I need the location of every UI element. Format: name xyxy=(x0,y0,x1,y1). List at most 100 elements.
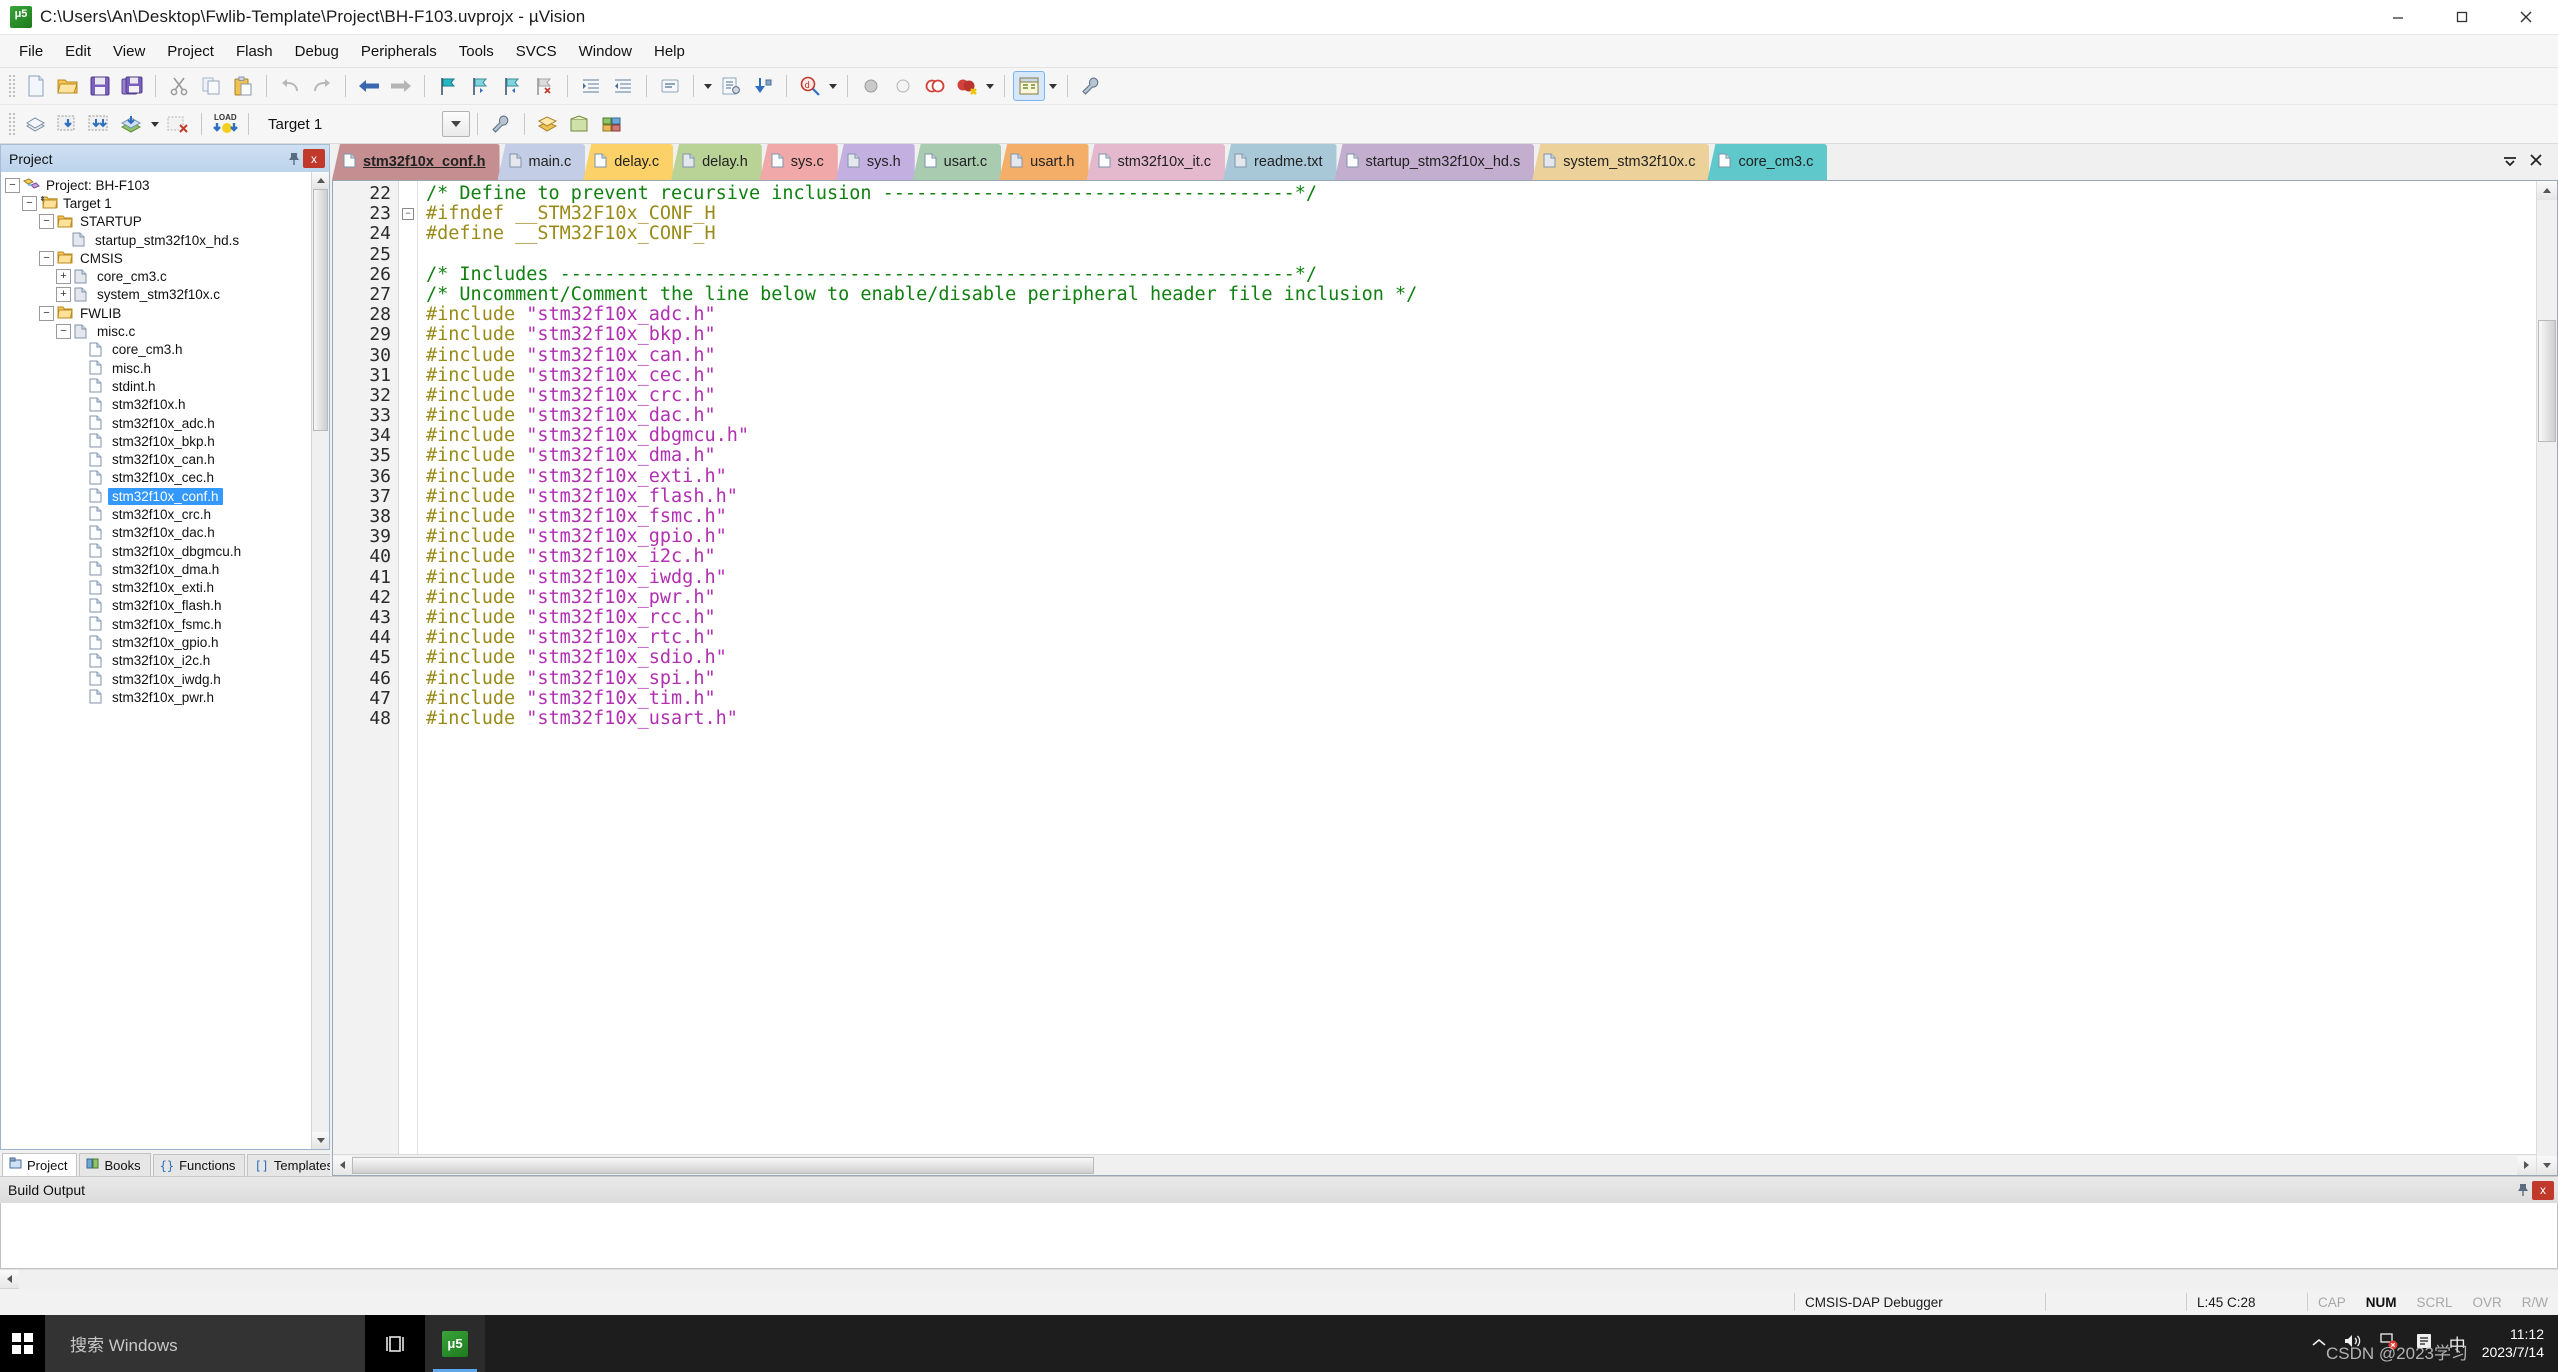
search-input[interactable]: 搜索 Windows xyxy=(45,1315,365,1372)
outdent-icon[interactable] xyxy=(608,72,638,100)
new-file-icon[interactable] xyxy=(21,72,51,100)
close-button[interactable] xyxy=(2494,1,2558,34)
menu-debug[interactable]: Debug xyxy=(284,39,350,64)
editor-tab[interactable]: readme.txt xyxy=(1223,144,1337,180)
target-selector-value[interactable]: Target 1 xyxy=(268,116,322,133)
code-line[interactable]: /* Includes ----------------------------… xyxy=(426,265,2536,285)
configure-target-icon[interactable] xyxy=(1076,72,1106,100)
code-line[interactable]: #include "stm32f10x_usart.h" xyxy=(426,709,2536,729)
editor-tab[interactable]: usart.h xyxy=(999,144,1088,180)
tree-item[interactable]: −FWLIB xyxy=(1,304,311,322)
vscroll-up-icon[interactable] xyxy=(2537,181,2557,200)
batch-build-caret[interactable] xyxy=(148,111,162,137)
build-toolbar-grip[interactable] xyxy=(8,112,15,136)
windows-start-icon[interactable] xyxy=(0,1315,45,1372)
redo-icon[interactable] xyxy=(307,72,337,100)
code-line[interactable]: #include "stm32f10x_spi.h" xyxy=(426,669,2536,689)
manage-windows-caret[interactable] xyxy=(1046,73,1060,99)
taskbar-keil-uvision-icon[interactable]: μ5 xyxy=(425,1315,485,1372)
tree-item[interactable]: stm32f10x_dma.h xyxy=(1,560,311,578)
translate-icon[interactable] xyxy=(21,110,51,138)
build-output-close-icon[interactable]: x xyxy=(2532,1181,2554,1200)
editor-tab-active[interactable]: stm32f10x_conf.h xyxy=(332,144,500,180)
tree-item[interactable]: stm32f10x_crc.h xyxy=(1,505,311,523)
menu-tools[interactable]: Tools xyxy=(448,39,505,64)
tree-item[interactable]: −CMSIS xyxy=(1,249,311,267)
taskbar-clock[interactable]: 11:12 2023/7/14 xyxy=(2482,1326,2544,1361)
paste-icon[interactable] xyxy=(228,72,258,100)
insert-template-icon[interactable] xyxy=(748,72,778,100)
tree-item[interactable]: −Target 1 xyxy=(1,194,311,212)
menu-help[interactable]: Help xyxy=(643,39,696,64)
tree-item[interactable]: +core_cm3.c xyxy=(1,267,311,285)
manage-components-icon[interactable] xyxy=(533,110,563,138)
code-line[interactable]: #include "stm32f10x_gpio.h" xyxy=(426,527,2536,547)
tree-item[interactable]: stm32f10x_gpio.h xyxy=(1,633,311,651)
tree-item[interactable]: −Project: BH-F103 xyxy=(1,176,311,194)
tree-item[interactable]: stm32f10x_iwdg.h xyxy=(1,670,311,688)
code-line[interactable]: #include "stm32f10x_flash.h" xyxy=(426,487,2536,507)
vscroll-track[interactable] xyxy=(2537,200,2557,1156)
tree-item[interactable]: misc.h xyxy=(1,359,311,377)
editor-tab[interactable]: usart.c xyxy=(913,144,1002,180)
scroll-thumb[interactable] xyxy=(313,189,328,431)
manage-windows-icon[interactable] xyxy=(1013,71,1045,101)
build-pin-icon[interactable] xyxy=(2514,1180,2532,1200)
editor-tab[interactable]: sys.h xyxy=(836,144,915,180)
tree-item[interactable]: stm32f10x_exti.h xyxy=(1,579,311,597)
pin-icon[interactable] xyxy=(285,149,303,169)
expand-icon[interactable]: + xyxy=(56,269,71,284)
hscroll-right-icon[interactable] xyxy=(2517,1156,2536,1175)
code-line[interactable]: #include "stm32f10x_cec.h" xyxy=(426,366,2536,386)
hscroll-thumb[interactable] xyxy=(352,1157,1094,1174)
breakpoint-disabled-icon[interactable] xyxy=(856,72,886,100)
tree-item[interactable]: stm32f10x_cec.h xyxy=(1,469,311,487)
code-line[interactable] xyxy=(426,245,2536,265)
code-line[interactable]: #include "stm32f10x_crc.h" xyxy=(426,386,2536,406)
task-view-icon[interactable] xyxy=(365,1315,425,1372)
download-icon[interactable]: LOAD xyxy=(210,110,240,138)
save-all-icon[interactable] xyxy=(117,72,147,100)
hscroll-left-icon[interactable] xyxy=(333,1156,352,1175)
tab-books[interactable]: Books xyxy=(79,1153,150,1176)
close-icon[interactable] xyxy=(2528,153,2544,171)
expand-icon[interactable]: + xyxy=(56,287,71,302)
tree-item[interactable]: stm32f10x_i2c.h xyxy=(1,652,311,670)
code-line[interactable]: #include "stm32f10x_sdio.h" xyxy=(426,648,2536,668)
code-editor[interactable]: 2223242526272829303132333435363738394041… xyxy=(332,180,2558,1176)
indent-icon[interactable] xyxy=(576,72,606,100)
code-line[interactable]: #include "stm32f10x_dac.h" xyxy=(426,406,2536,426)
bookmark-prev-icon[interactable] xyxy=(497,72,527,100)
chevron-up-icon[interactable] xyxy=(2311,1334,2327,1354)
menu-svcs[interactable]: SVCS xyxy=(505,39,568,64)
code-text[interactable]: /* Define to prevent recursive inclusion… xyxy=(418,181,2536,1154)
tree-item[interactable]: stm32f10x_bkp.h xyxy=(1,432,311,450)
build-icon[interactable] xyxy=(53,110,83,138)
debug-search-icon[interactable]: d xyxy=(795,72,825,100)
editor-tabstrip[interactable]: stm32f10x_conf.hmain.cdelay.cdelay.hsys.… xyxy=(332,144,2558,180)
project-tree-scrollbar[interactable] xyxy=(311,172,329,1149)
breakpoints-caret[interactable] xyxy=(983,73,997,99)
code-line[interactable]: #include "stm32f10x_dbgmcu.h" xyxy=(426,426,2536,446)
tree-item[interactable]: stm32f10x_pwr.h xyxy=(1,688,311,706)
code-line[interactable]: #include "stm32f10x_pwr.h" xyxy=(426,588,2536,608)
menu-file[interactable]: File xyxy=(8,39,54,64)
code-line[interactable]: #include "stm32f10x_iwdg.h" xyxy=(426,568,2536,588)
bookmark-next-icon[interactable] xyxy=(465,72,495,100)
code-line[interactable]: /* Define to prevent recursive inclusion… xyxy=(426,184,2536,204)
tree-item[interactable]: stm32f10x.h xyxy=(1,396,311,414)
tab-project[interactable]: Project xyxy=(2,1153,77,1176)
code-line[interactable]: #include "stm32f10x_i2c.h" xyxy=(426,547,2536,567)
build-output-text[interactable] xyxy=(0,1203,2558,1269)
code-line[interactable]: #include "stm32f10x_rcc.h" xyxy=(426,608,2536,628)
scroll-up-icon[interactable] xyxy=(312,172,329,189)
tree-item[interactable]: stm32f10x_can.h xyxy=(1,450,311,468)
vscroll-down-icon[interactable] xyxy=(2537,1156,2557,1175)
editor-tab[interactable]: delay.h xyxy=(671,144,762,180)
minimize-button[interactable] xyxy=(2366,1,2430,34)
code-line[interactable]: #include "stm32f10x_fsmc.h" xyxy=(426,507,2536,527)
bookmark-icon[interactable] xyxy=(433,72,463,100)
code-line[interactable]: #include "stm32f10x_exti.h" xyxy=(426,467,2536,487)
editor-tab[interactable]: sys.c xyxy=(760,144,838,180)
code-line[interactable]: #include "stm32f10x_can.h" xyxy=(426,346,2536,366)
